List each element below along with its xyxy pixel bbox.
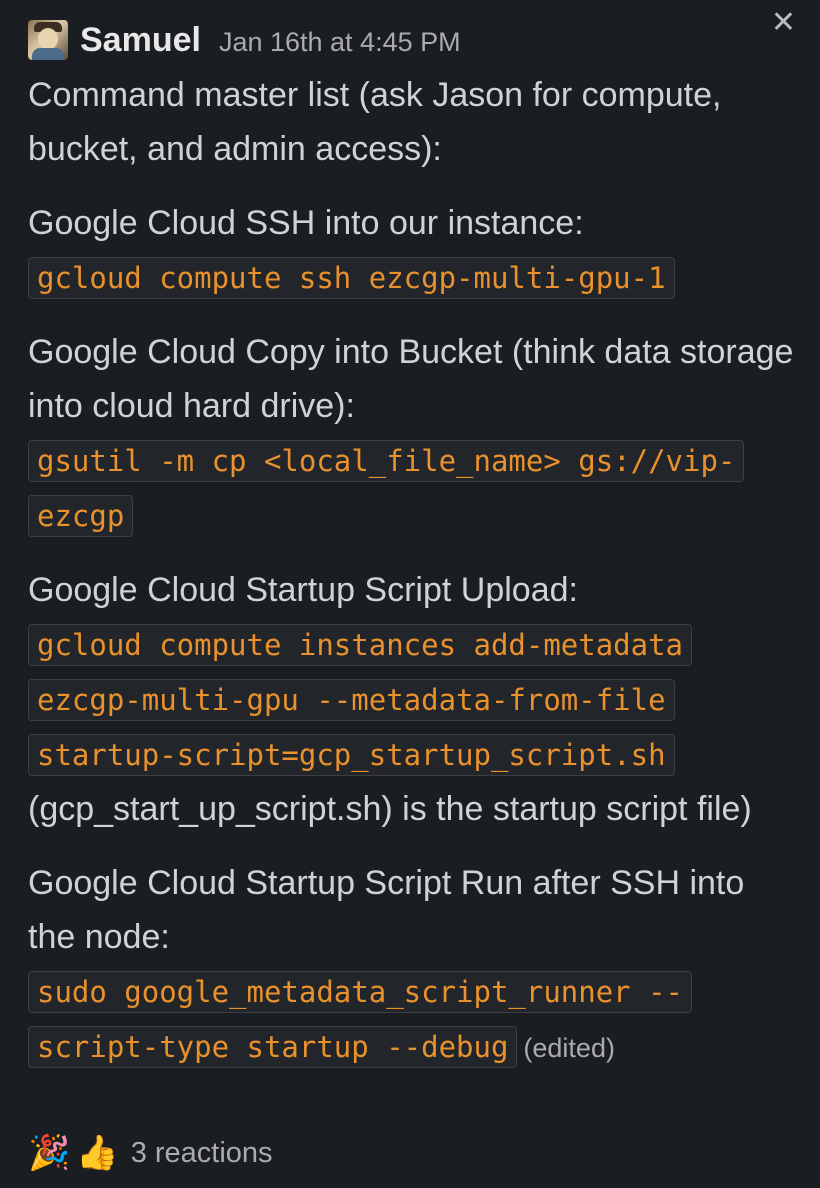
section-label: Google Cloud Startup Script Upload:	[28, 571, 578, 609]
section-label: Google Cloud Copy into Bucket (think dat…	[28, 333, 794, 425]
section-note: (gcp_start_up_script.sh) is the startup …	[28, 790, 752, 828]
code-snippet[interactable]: gcloud compute instances add-metadata ez…	[28, 624, 693, 776]
message-timestamp[interactable]: Jan 16th at 4:45 PM	[219, 23, 461, 58]
reactions-bar: 🎉 👍 3 reactions	[28, 1130, 273, 1176]
party-popper-icon[interactable]: 🎉	[28, 1136, 70, 1170]
message-intro: Command master list (ask Jason for compu…	[28, 76, 722, 168]
message-header: Samuel Jan 16th at 4:45 PM	[28, 16, 461, 64]
section-label: Google Cloud Startup Script Run after SS…	[28, 864, 745, 956]
thumbs-up-icon[interactable]: 👍	[76, 1136, 118, 1170]
reactions-count[interactable]: 3 reactions	[131, 1137, 273, 1170]
code-snippet[interactable]: gsutil -m cp <local_file_name> gs://vip-…	[28, 440, 745, 537]
message-body: Command master list (ask Jason for compu…	[28, 68, 798, 1095]
avatar[interactable]	[28, 20, 68, 60]
sender-name[interactable]: Samuel	[80, 21, 201, 60]
edited-indicator: (edited)	[523, 1033, 615, 1063]
close-button[interactable]: ✕	[771, 8, 796, 38]
section-label: Google Cloud SSH into our instance:	[28, 204, 584, 242]
code-snippet[interactable]: gcloud compute ssh ezcgp-multi-gpu-1	[28, 257, 675, 299]
